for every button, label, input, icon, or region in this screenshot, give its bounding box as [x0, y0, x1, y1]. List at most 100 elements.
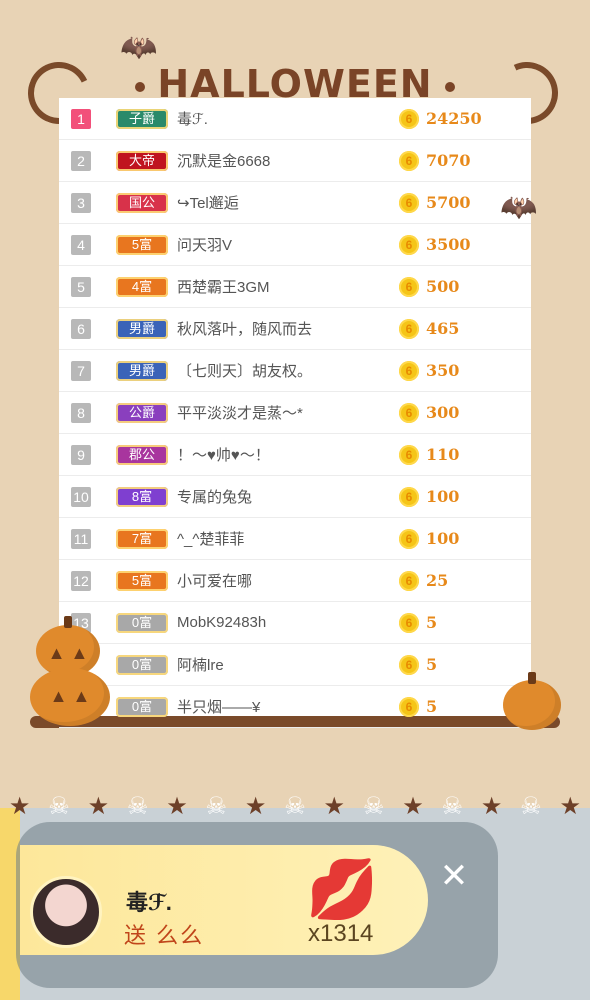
rank-number: 5	[71, 276, 91, 297]
ranking-row[interactable]: 0富 半只烟——¥ 6 5	[59, 686, 531, 728]
pumpkin-face: ▲ ▲	[47, 643, 89, 663]
sender-avatar[interactable]	[30, 876, 102, 948]
rank-number: 2	[71, 150, 91, 171]
coin-icon: 6	[399, 108, 419, 129]
title-dot-right	[444, 81, 455, 92]
user-name: ！～♥帅♥～！	[177, 447, 270, 464]
rank-number: 3	[71, 192, 91, 213]
star-icon: ★	[166, 793, 188, 820]
coin-icon: 6	[399, 486, 419, 507]
pumpkin-face: ▲ ▲	[49, 686, 91, 706]
user-name: 毒ℱ.	[177, 111, 208, 128]
bat-icon: 🦇	[120, 31, 158, 64]
star-icon: ★	[87, 793, 110, 820]
user-name: 阿楠lre	[177, 657, 224, 674]
rank-number: 11	[71, 528, 91, 549]
skull-icon: ☠	[284, 793, 306, 820]
ranking-row[interactable]: 2 大帝 沉默是金6668 6 7070	[59, 140, 531, 182]
coin-icon: 6	[399, 192, 419, 213]
ranking-row[interactable]: 12 5富 小可爱在哪 6 25	[59, 560, 531, 602]
rank-badge: 0富	[116, 696, 168, 717]
rank-number: 9	[71, 444, 91, 465]
score-value: 100	[426, 487, 460, 506]
user-name: 问天羽V	[177, 237, 233, 254]
rank-number: 12	[71, 570, 91, 591]
rank-badge: 男爵	[116, 318, 168, 339]
ranking-row[interactable]: 7 男爵 〔七则天〕胡友权。 6 350	[59, 350, 531, 392]
coin-icon: 6	[399, 234, 419, 255]
user-name: 平平淡淡才是蒸～*	[177, 405, 303, 422]
ranking-row[interactable]: 11 7富 ^_^楚菲菲 6 100	[59, 518, 531, 560]
ranking-row[interactable]: 8 公爵 平平淡淡才是蒸～* 6 300	[59, 392, 531, 434]
ranking-row[interactable]: 10 8富 专属的兔兔 6 100	[59, 476, 531, 518]
rank-number: 6	[71, 318, 91, 339]
rank-badge: 7富	[116, 528, 168, 549]
rank-number: 1	[71, 108, 91, 129]
user-name: 西楚霸王3GM	[177, 279, 270, 296]
coin-icon: 6	[399, 360, 419, 381]
lips-icon: 💋	[306, 857, 379, 922]
pumpkin-icon	[503, 672, 561, 730]
rank-badge: 国公	[116, 192, 168, 213]
ranking-list: 1 子爵 毒ℱ. 6 24250 2 大帝 沉默是金6668 6 7070 3 国公 ↪Tel邂逅 6 57…	[59, 98, 531, 728]
ranking-row[interactable]: 5 4富 西楚霸王3GM 6 500	[59, 266, 531, 308]
rank-badge: 5富	[116, 570, 168, 591]
close-button[interactable]: ✕	[436, 856, 472, 896]
rank-badge: 5富	[116, 234, 168, 255]
score-value: 3500	[426, 235, 471, 254]
score-value: 465	[426, 319, 460, 338]
star-icon: ★	[244, 793, 267, 820]
rank-number: 8	[71, 402, 91, 423]
score-value: 110	[426, 445, 460, 464]
halloween-border: ★ ☠ ★ ☠ ★ ☠ ★ ☠ ★ ☠ ★ ☠ ★ ☠ ★	[0, 790, 590, 824]
user-name: 秋风落叶，随风而去	[177, 321, 313, 338]
coin-icon: 6	[399, 696, 419, 717]
user-name: 小可爱在哪	[177, 573, 253, 590]
score-value: 25	[426, 571, 449, 590]
user-name: 沉默是金6668	[177, 153, 271, 170]
pumpkin-stem	[64, 616, 72, 628]
star-icon: ★	[323, 793, 346, 820]
coin-icon: 6	[399, 612, 419, 633]
score-value: 300	[426, 403, 460, 422]
ranking-row[interactable]: 9 郡公 ！～♥帅♥～！ 6 110	[59, 434, 531, 476]
user-name: ↪Tel邂逅	[177, 195, 239, 212]
title-dot-left	[135, 81, 146, 92]
coin-icon: 6	[399, 276, 419, 297]
skull-icon: ☠	[441, 793, 464, 820]
rank-number: 4	[71, 234, 91, 255]
ranking-row[interactable]: 13 0富 MobK92483h 6 5	[59, 602, 531, 644]
rank-badge: 公爵	[116, 402, 168, 423]
score-value: 100	[426, 529, 460, 548]
user-name: 专属的兔兔	[177, 489, 253, 506]
coin-icon: 6	[399, 444, 419, 465]
rank-badge: 男爵	[116, 360, 168, 381]
gift-action-text: 送 么么	[124, 923, 205, 948]
score-value: 7070	[426, 151, 471, 170]
rank-badge: 郡公	[116, 444, 168, 465]
coin-icon: 6	[399, 150, 419, 171]
skull-icon: ☠	[205, 793, 228, 820]
user-name: MobK92483h	[177, 614, 267, 631]
gift-count: x1314	[308, 920, 374, 947]
skull-icon: ☠	[520, 793, 542, 820]
coin-icon: 6	[399, 570, 419, 591]
rank-badge: 0富	[116, 612, 168, 633]
rank-number: 10	[71, 486, 91, 507]
score-value: 350	[426, 361, 460, 380]
gift-sender-name: 毒ℱ.	[126, 890, 172, 915]
ranking-row[interactable]: 1 子爵 毒ℱ. 6 24250	[59, 98, 531, 140]
skull-icon: ☠	[362, 793, 385, 820]
rank-badge: 大帝	[116, 150, 168, 171]
rank-badge: 子爵	[116, 108, 168, 129]
ranking-row[interactable]: 0富 阿楠lre 6 5	[59, 644, 531, 686]
star-icon: ★	[8, 793, 31, 820]
ranking-row[interactable]: 4 5富 问天羽V 6 3500	[59, 224, 531, 266]
score-value: 5	[426, 697, 438, 716]
star-icon: ★	[559, 793, 582, 820]
ranking-row[interactable]: 6 男爵 秋风落叶，随风而去 6 465	[59, 308, 531, 350]
score-value: 24250	[426, 109, 482, 128]
ranking-row[interactable]: 3 国公 ↪Tel邂逅 6 5700	[59, 182, 531, 224]
user-name: ^_^楚菲菲	[177, 531, 245, 548]
coin-icon: 6	[399, 528, 419, 549]
